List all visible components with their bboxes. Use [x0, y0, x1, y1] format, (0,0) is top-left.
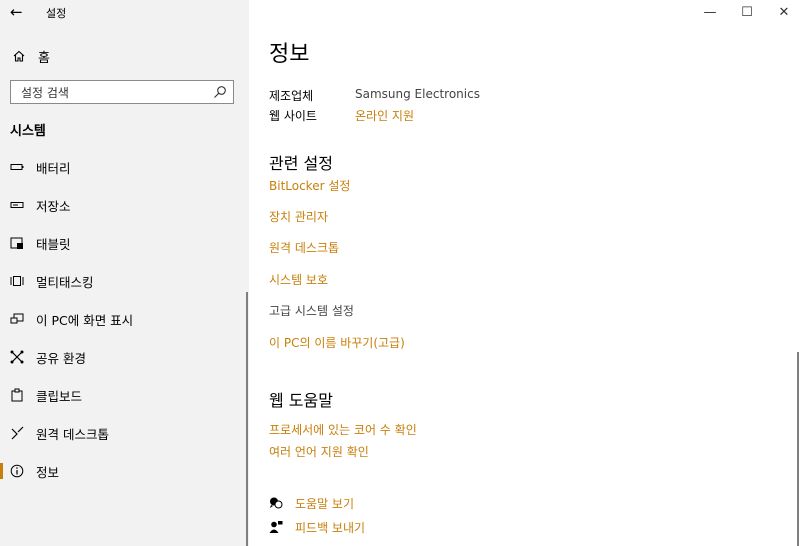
maximize-button[interactable]: ☐	[732, 0, 762, 24]
feedback-link[interactable]: 피드백 보내기	[269, 518, 365, 536]
nav-item-label: 클립보드	[36, 388, 83, 404]
nav-item-label: 정보	[36, 464, 60, 480]
feedback-icon	[269, 521, 283, 533]
device-manager-link[interactable]: 장치 관리자	[269, 208, 328, 225]
nav-item-storage[interactable]: 저장소	[0, 188, 249, 222]
nav-item-info[interactable]: 정보	[0, 454, 249, 488]
feedback-label: 피드백 보내기	[295, 520, 366, 535]
storage-icon	[10, 198, 24, 212]
home-nav-item[interactable]: 홈	[12, 46, 50, 66]
nav-item-label: 저장소	[36, 198, 71, 214]
nav-item-remote-desktop[interactable]: 원격 데스크톱	[0, 416, 249, 450]
info-icon	[10, 464, 24, 478]
sidebar-scrollbar[interactable]	[246, 292, 248, 546]
related-settings-heading: 관련 설정	[269, 154, 333, 173]
rename-pc-advanced-link[interactable]: 이 PC의 이름 바꾸기(고급)	[269, 334, 405, 351]
nav-item-tablet[interactable]: 태블릿	[0, 226, 249, 260]
website-label: 웹 사이트	[269, 109, 317, 123]
nav-item-label: 원격 데스크톱	[36, 426, 109, 442]
share-icon	[10, 350, 24, 364]
nav-item-label: 멀티태스킹	[36, 274, 94, 290]
web-help-heading: 웹 도움말	[269, 391, 333, 410]
nav-item-project[interactable]: 이 PC에 화면 표시	[0, 302, 249, 336]
app-title: 설정	[46, 7, 67, 20]
search-icon[interactable]	[213, 85, 227, 99]
advanced-system-settings-link[interactable]: 고급 시스템 설정	[269, 302, 354, 319]
title-bar: ← 설정	[0, 0, 249, 24]
remote-desktop-icon	[10, 426, 24, 440]
main-scrollbar[interactable]	[797, 352, 799, 546]
remote-desktop-link[interactable]: 원격 데스크톱	[269, 239, 339, 256]
nav-item-label: 배터리	[36, 160, 71, 176]
nav-item-share[interactable]: 공유 환경	[0, 340, 249, 374]
close-button[interactable]: ✕	[769, 0, 799, 24]
manufacturer-label: 제조업체	[269, 89, 314, 103]
minimize-button[interactable]: —	[695, 0, 725, 24]
tablet-icon	[10, 236, 24, 250]
main-content: — ☐ ✕ 정보 제조업체 Samsung Electronics 웹 사이트 …	[249, 0, 800, 546]
nav-item-label: 태블릿	[36, 236, 71, 252]
processor-cores-link[interactable]: 프로세서에 있는 코어 수 확인	[269, 421, 417, 438]
battery-icon	[10, 160, 24, 174]
sidebar: ← 설정 홈 시스템 배터리 저장소	[0, 0, 249, 546]
page-title: 정보	[269, 42, 310, 67]
multi-language-link[interactable]: 여러 언어 지원 확인	[269, 443, 369, 460]
get-help-label: 도움말 보기	[295, 496, 355, 511]
nav-item-clipboard[interactable]: 클립보드	[0, 378, 249, 412]
nav-item-label: 이 PC에 화면 표시	[36, 312, 134, 328]
help-chat-icon	[270, 497, 283, 509]
multitasking-icon	[10, 274, 24, 288]
section-title: 시스템	[10, 124, 46, 139]
nav-item-multitasking[interactable]: 멀티태스킹	[0, 264, 249, 298]
home-label: 홈	[38, 50, 50, 66]
home-icon	[13, 50, 25, 62]
nav-item-battery[interactable]: 배터리	[0, 150, 249, 184]
system-protection-link[interactable]: 시스템 보호	[269, 271, 328, 288]
search-input[interactable]	[19, 82, 213, 104]
project-icon	[10, 312, 24, 326]
clipboard-icon	[10, 388, 24, 402]
back-arrow-icon[interactable]: ←	[10, 3, 23, 21]
online-support-link[interactable]: 온라인 지원	[355, 107, 414, 124]
nav-item-label: 공유 환경	[36, 350, 86, 366]
get-help-link[interactable]: 도움말 보기	[269, 494, 354, 512]
search-box[interactable]	[10, 80, 234, 104]
manufacturer-value: Samsung Electronics	[355, 87, 480, 101]
bitlocker-settings-link[interactable]: BitLocker 설정	[269, 177, 350, 194]
